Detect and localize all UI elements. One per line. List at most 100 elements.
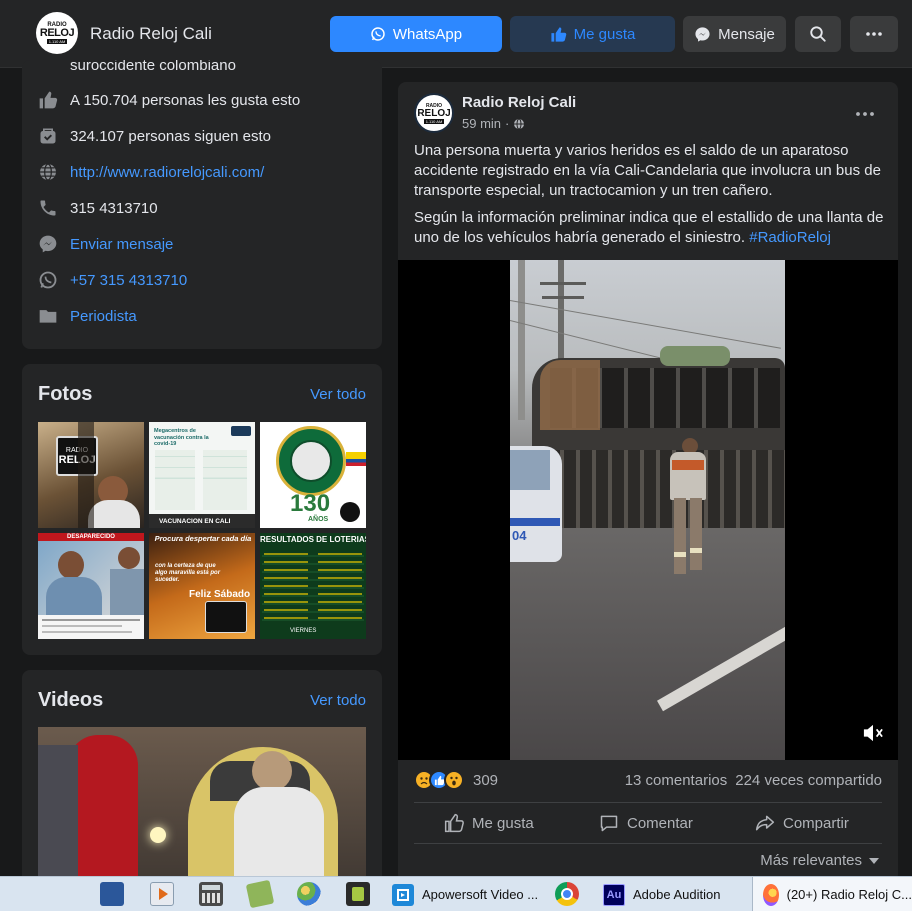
divider [414,802,882,803]
bus-number: 04 [512,528,527,543]
word-icon[interactable] [100,882,124,906]
caret-down-icon [869,857,879,864]
photo-5-text1: Procura despertar cada día [154,534,252,543]
calculator-icon[interactable] [199,882,223,906]
comments-sort-dropdown[interactable]: Más relevantes [760,852,880,869]
audition-icon: Au [603,883,625,906]
app-icon[interactable] [346,882,370,906]
photo-2-text1: Megacentros de vacunación contra la covi… [154,428,209,447]
category-link[interactable]: Periodista [70,308,137,325]
like-page-button[interactable]: Me gusta [510,16,675,52]
reaction-count: 309 [473,771,499,789]
firefox-label: (20+) Radio Reloj C... [786,887,912,902]
post-time-text: 59 min [462,116,502,131]
comment-label: Comentar [627,814,693,832]
post-paragraph-1: Una persona muerta y varios heridos es e… [414,142,881,199]
firefox-icon [763,883,779,906]
video-thumbnail[interactable] [38,727,366,900]
phone-icon [37,197,59,219]
page-name[interactable]: Radio Reloj Cali [90,24,212,44]
media-player-icon[interactable] [150,882,174,906]
photo-thumbnail[interactable]: Procura despertar cada día con la certez… [149,533,255,639]
avatar-line3: 1.110 AM [423,118,445,124]
whatsapp-icon [371,27,385,41]
videos-title: Videos [38,689,104,711]
share-icon [755,815,775,831]
windows-taskbar: Apowersoft Video ... Au Adobe Audition (… [0,876,912,911]
photo-thumbnail[interactable]: Megacentros de vacunación contra la covi… [149,422,255,528]
photo-4-text1: DESAPARECIDO [67,534,115,540]
photo-6-text1: RESULTADOS DE LOTERIAS [260,535,366,544]
post-paragraph-2: Según la información preliminar indica q… [414,208,886,248]
search-icon [810,26,826,42]
send-message-link[interactable]: Enviar mensaje [70,236,173,253]
mute-button[interactable] [862,723,884,748]
followers-text: 324.107 personas siguen esto [70,127,271,145]
globe-icon [514,118,525,129]
apowersoft-label: Apowersoft Video ... [422,887,539,902]
post-card: RADIO RELOJ 1.110 AM Radio Reloj Cali 59… [398,82,898,882]
thumbs-up-icon [37,89,59,111]
whatsapp-row: +57 315 4313710 [37,268,187,292]
comment-icon [600,815,618,832]
page-header: RADIO RELOJ 1.110 AM Radio Reloj Cali Wh… [0,0,912,68]
whatsapp-link[interactable]: +57 315 4313710 [70,272,187,289]
shares-count-link[interactable]: 224 veces compartido [735,772,882,789]
like-post-button[interactable]: Me gusta [444,812,534,834]
more-dots-icon [866,32,882,36]
whatsapp-icon [37,269,59,291]
post-author-link[interactable]: Radio Reloj Cali [462,94,576,111]
post-timestamp[interactable]: 59 min · [462,116,525,131]
photos-title: Fotos [38,383,93,405]
page-logo[interactable]: RADIO RELOJ 1.110 AM [36,12,78,54]
videos-card: Videos Ver todo [22,670,382,900]
reactions-summary[interactable]: 309 [414,770,498,790]
about-card: suroccidente colombiano A 150.704 person… [22,60,382,349]
category-icon [37,305,59,327]
website-link[interactable]: http://www.radiorelojcali.com/ [70,164,264,181]
send-message-row: Enviar mensaje [37,232,173,256]
notes-icon[interactable] [245,879,275,909]
share-button[interactable]: Compartir [755,812,849,834]
post-video[interactable]: 04 [398,260,898,760]
photo-3-text2: AÑOS [308,516,329,523]
comment-button[interactable]: Comentar [599,812,693,834]
apowersoft-icon [392,883,414,906]
taskbar-firefox[interactable]: (20+) Radio Reloj C... [752,877,912,911]
taskbar-adobe-audition[interactable]: Au Adobe Audition [603,877,720,911]
hashtag-link[interactable]: #RadioReloj [749,229,831,246]
separator-dot: · [505,116,510,131]
whatsapp-button[interactable]: WhatsApp [330,16,502,52]
paint-icon[interactable] [297,882,321,906]
taskbar-apowersoft[interactable]: Apowersoft Video ... [392,877,538,911]
phone-row: 315 4313710 [37,196,158,220]
audition-label: Adobe Audition [633,887,721,902]
post-options-button[interactable] [856,100,874,121]
photos-see-all-link[interactable]: Ver todo [310,386,366,403]
photo-thumbnail[interactable]: RADIO RELOJ [38,422,144,528]
photo-thumbnail[interactable]: DESAPARECIDO [38,533,144,639]
logo-line2: RELOJ [39,27,75,39]
avatar-line2: RELOJ [417,107,451,119]
divider [414,843,882,844]
more-options-button[interactable] [850,16,898,52]
like-post-label: Me gusta [472,814,534,832]
search-button[interactable] [795,16,841,52]
chrome-icon[interactable] [555,882,579,906]
about-description: suroccidente colombiano [70,60,236,74]
post-stats: 13 comentarios 224 veces compartido [625,772,882,789]
messenger-icon [37,233,59,255]
photo-5-text3: Feliz Sábado [189,589,251,600]
photo-thumbnail[interactable]: RESULTADOS DE LOTERIAS VIERNES [260,533,366,639]
photo-6-text2: VIERNES [290,628,317,634]
message-button[interactable]: Mensaje [683,16,786,52]
sort-label: Más relevantes [760,852,862,869]
videos-see-all-link[interactable]: Ver todo [310,692,366,709]
comments-count-link[interactable]: 13 comentarios [625,772,728,789]
photo-thumbnail[interactable]: 130 AÑOS [260,422,366,528]
thumbs-up-icon [444,813,464,833]
share-label: Compartir [783,814,849,832]
post-avatar[interactable]: RADIO RELOJ 1.110 AM [414,93,454,133]
message-label: Mensaje [718,25,775,43]
logo-line3: 1.110 AM [46,39,68,44]
